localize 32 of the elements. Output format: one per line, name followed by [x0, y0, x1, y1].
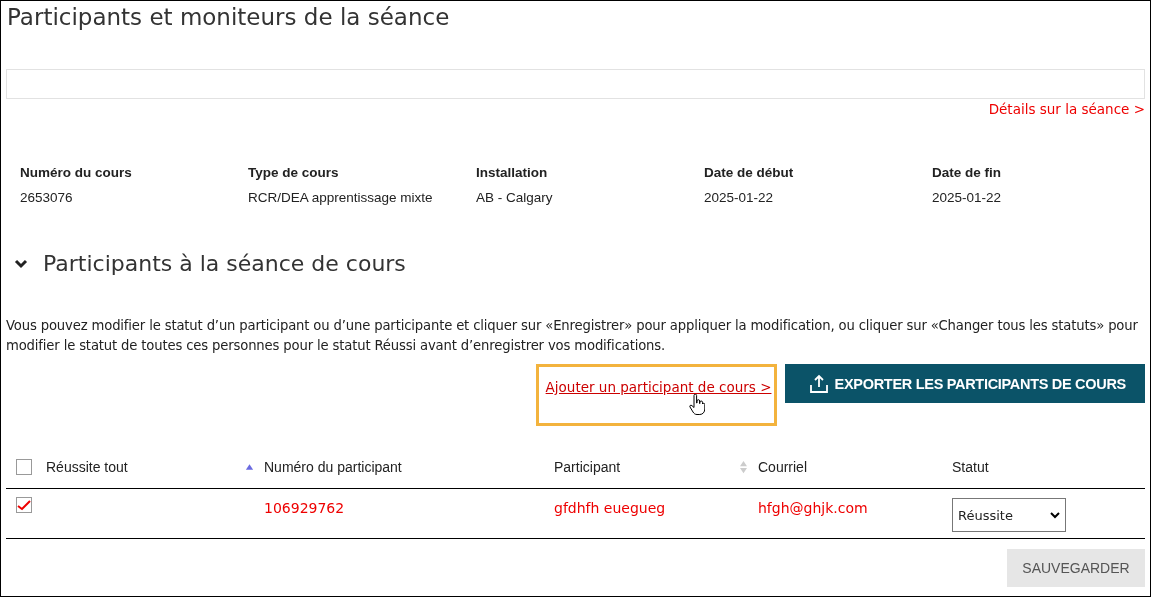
info-value: RCR/DEA apprentissage mixte — [248, 190, 434, 205]
details-link[interactable]: Détails sur la séance > — [988, 101, 1145, 117]
hand-cursor-icon — [688, 394, 705, 416]
column-header[interactable]: Participant — [554, 459, 621, 475]
column-header[interactable]: Réussite tout — [46, 459, 128, 475]
add-participant-link[interactable]: Ajouter un participant de cours > — [545, 379, 772, 395]
column-header[interactable]: Numéro du participant — [264, 459, 402, 475]
page-title: Participants et moniteurs de la séance — [7, 3, 451, 31]
info-value: 2025-01-22 — [932, 190, 1003, 205]
description-text: Vous pouvez modifier le statut d’un participant ou d’une participante et cliquer sur «Enregistrer» pour appliquer la modification, ou cliquer sur «Changer tous les statuts» pour modifier le statut de toutes ces personnes pour le statut Réussi avant d’enregistrer vos modifications. — [6, 317, 1139, 355]
info-value: 2025-01-22 — [704, 190, 775, 205]
table-cell-text: hfgh@ghjk.com — [758, 499, 869, 516]
info-label: Installation — [476, 165, 549, 180]
status-dropdown[interactable]: Réussite — [952, 498, 1066, 532]
section-title: Participants à la séance de cours — [43, 251, 406, 276]
info-label: Date de début — [704, 165, 795, 180]
info-label: Type de cours — [248, 165, 340, 180]
info-value: AB - Calgary — [476, 190, 554, 205]
table-cell-text: 106929762 — [264, 499, 346, 516]
upload-icon — [808, 373, 829, 394]
select-all-checkbox[interactable] — [16, 459, 32, 475]
row-checkbox[interactable] — [16, 497, 32, 513]
export-button[interactable]: EXPORTER LES PARTICIPANTS DE COURS — [784, 364, 1145, 403]
table-cell-text: gfdhfh euegueg — [554, 499, 667, 516]
sort-up-icon[interactable] — [245, 463, 254, 471]
chevron-down-icon — [1050, 511, 1060, 519]
info-label: Date de fin — [932, 165, 1002, 180]
column-header[interactable]: Courriel — [758, 459, 807, 475]
info-value: 2653076 — [20, 190, 74, 205]
info-label: Numéro du cours — [20, 165, 133, 180]
column-header[interactable]: Statut — [952, 459, 989, 475]
chevron-icon[interactable] — [14, 258, 28, 269]
